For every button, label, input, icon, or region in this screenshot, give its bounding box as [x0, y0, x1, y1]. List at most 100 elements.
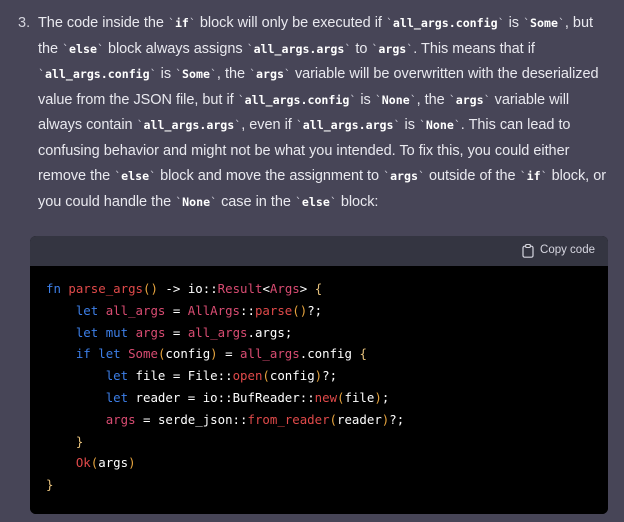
prose-text-run: , the [216, 66, 250, 82]
code-token: fn [46, 281, 61, 296]
code-token: all_args [240, 346, 300, 362]
code-token: ? [307, 302, 315, 318]
inline-code: args [455, 92, 484, 107]
code-token: let [105, 389, 129, 405]
prose-text-run: . This means that if [413, 40, 535, 57]
prose-text-run: block: [336, 193, 379, 210]
inline-code-tick: ` [417, 169, 425, 183]
code-token: open [232, 368, 263, 384]
code-token: ( [337, 389, 345, 405]
code-token: io [202, 389, 218, 405]
code-token: let [75, 302, 99, 318]
clipboard-icon [522, 244, 534, 258]
code-token: AllArgs [187, 302, 241, 318]
prose-text-run: block will only be executed if [195, 15, 386, 31]
prose-text-run: case in the [217, 193, 295, 210]
inline-code-tick: ` [385, 16, 393, 30]
code-token: config [307, 346, 352, 362]
assistant-message-panel: 3. The code inside the `if` block will o… [0, 0, 624, 522]
code-line: if let Some(config) = all_args.config { [30, 343, 608, 365]
code-token: Ok [75, 455, 91, 471]
inline-code-tick: ` [62, 41, 70, 56]
code-token: BufReader [232, 389, 300, 405]
code-token: reader [135, 389, 181, 405]
code-line: Ok(args) [30, 452, 608, 474]
code-token: ) [374, 389, 382, 405]
code-token: file [344, 389, 375, 405]
code-line: let mut args = all_args.args; [30, 322, 608, 344]
inline-code-tick: ` [557, 16, 565, 30]
prose-text-run: is [356, 91, 375, 108]
code-token: ) [314, 368, 323, 384]
code-line: let all_args = AllArgs::parse()?; [30, 300, 608, 322]
inline-code: Some [182, 67, 210, 81]
inline-code-tick: ` [453, 118, 461, 132]
code-token: Some [128, 346, 158, 362]
inline-code: else [121, 169, 150, 183]
code-line: args = serde_json::from_reader(reader)?; [30, 409, 608, 431]
copy-code-button[interactable]: Copy code [522, 244, 595, 258]
code-token: = [225, 346, 233, 362]
inline-code-tick: ` [283, 67, 291, 81]
code-token: } [46, 477, 54, 493]
inline-code-tick: ` [149, 67, 157, 81]
inline-code-tick: ` [294, 194, 302, 209]
code-token: config [165, 346, 211, 362]
code-token: file [135, 368, 166, 384]
code-token: ; [284, 324, 293, 340]
code-block-header: Copy code [30, 236, 608, 266]
code-token: Args [269, 281, 300, 296]
code-line: fn parse_args() -> io::Result<Args> { [30, 278, 608, 300]
code-line: let file = File::open(config)?; [30, 365, 608, 387]
code-token: : [217, 389, 226, 405]
inline-code-tick: ` [329, 194, 337, 209]
code-token: ; [381, 389, 390, 405]
inline-code-tick: ` [168, 16, 175, 30]
code-token: File [187, 368, 218, 384]
code-token: args [105, 411, 136, 427]
inline-code: else [69, 41, 97, 56]
code-token: ) [128, 455, 136, 471]
inline-code-tick: ` [149, 169, 157, 183]
code-token: ( [262, 368, 270, 384]
code-block-body[interactable]: fn parse_args() -> io::Result<Args> { le… [30, 266, 608, 514]
inline-code-tick: ` [237, 92, 245, 107]
code-token: config [269, 368, 315, 384]
code-token: reader [337, 411, 382, 427]
code-token: : [307, 389, 315, 405]
code-token: . [247, 324, 255, 340]
inline-code: else [301, 194, 330, 209]
inline-code-tick: ` [483, 92, 491, 107]
code-token: ( [292, 302, 300, 318]
inline-code-tick: ` [249, 67, 256, 81]
code-line: } [30, 431, 608, 453]
code-token: args [135, 324, 166, 340]
code-token: let [105, 368, 129, 384]
prose-text-run: is [504, 15, 524, 31]
inline-code-tick: ` [409, 92, 417, 107]
code-token: serde_json [157, 411, 233, 427]
code-token: < [262, 281, 270, 296]
code-token: : [225, 368, 233, 384]
code-token: ) [150, 281, 158, 296]
code-token: all_args [105, 302, 166, 318]
inline-code-tick: ` [210, 194, 218, 209]
